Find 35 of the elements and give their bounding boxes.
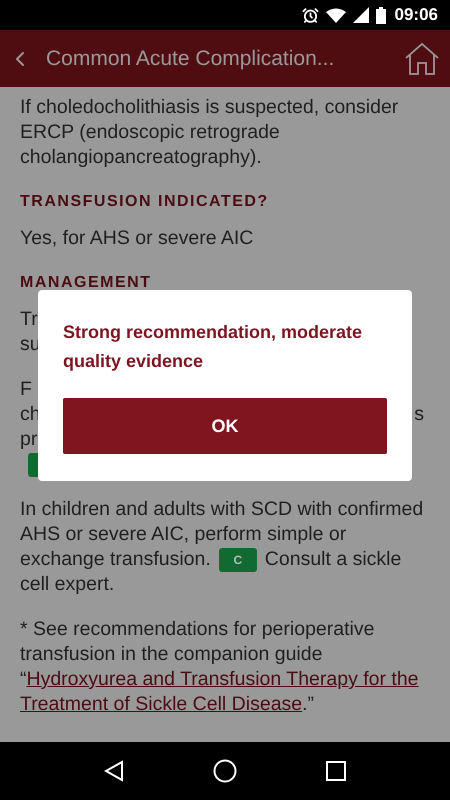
paragraph-text: ERCP (endoscopic retrograde xyxy=(20,120,280,145)
alarm-icon xyxy=(302,6,319,24)
back-nav-button[interactable] xyxy=(104,760,124,782)
battery-icon xyxy=(376,6,386,24)
paragraph-text: s xyxy=(414,402,424,427)
section-heading: TRANSFUSION INDICATED? xyxy=(20,192,270,212)
paragraph-text: Consult a sickle xyxy=(264,546,402,572)
paragraph-text: Yes, for AHS or severe AIC xyxy=(20,226,254,251)
grade-badge[interactable]: C xyxy=(218,548,257,572)
recents-nav-button[interactable] xyxy=(326,761,346,781)
paragraph-text: AHS or severe AIC, perform simple or xyxy=(20,522,346,547)
paragraph-text: In children and adults with SCD with confirmed xyxy=(20,496,424,522)
section-heading: MANAGEMENT xyxy=(20,273,152,293)
paragraph-text: F xyxy=(20,376,32,402)
paragraph-text: “ xyxy=(20,666,26,692)
recents-nav-icon xyxy=(326,761,346,781)
paragraph-text: cholangiopancreatography). xyxy=(20,144,262,170)
paragraph-text: exchange transfusion. xyxy=(20,546,211,572)
home-icon xyxy=(405,42,439,74)
signal-icon xyxy=(352,7,369,23)
paragraph-text: .” xyxy=(302,692,314,717)
wifi-icon xyxy=(326,8,346,22)
back-nav-icon xyxy=(104,760,124,782)
paragraph-text: transfusion in the companion guide xyxy=(20,642,322,667)
paragraph-text: If choledocholithiasis is suspected, consider xyxy=(20,94,398,120)
status-time: 09:06 xyxy=(394,4,438,26)
home-nav-icon xyxy=(212,759,237,783)
paragraph-text: Tr xyxy=(20,306,38,332)
dialog-message: Strong recommendation, moderate quality evidence xyxy=(63,321,364,373)
paragraph-text: pr xyxy=(20,426,38,452)
paragraph-text: * See recommendations for perioperative xyxy=(20,616,374,642)
header-title: Common Acute Complication... xyxy=(46,46,336,72)
paragraph-text: cell expert. xyxy=(20,572,114,597)
home-nav-button[interactable] xyxy=(212,759,237,783)
ok-button[interactable]: OK xyxy=(63,398,387,454)
